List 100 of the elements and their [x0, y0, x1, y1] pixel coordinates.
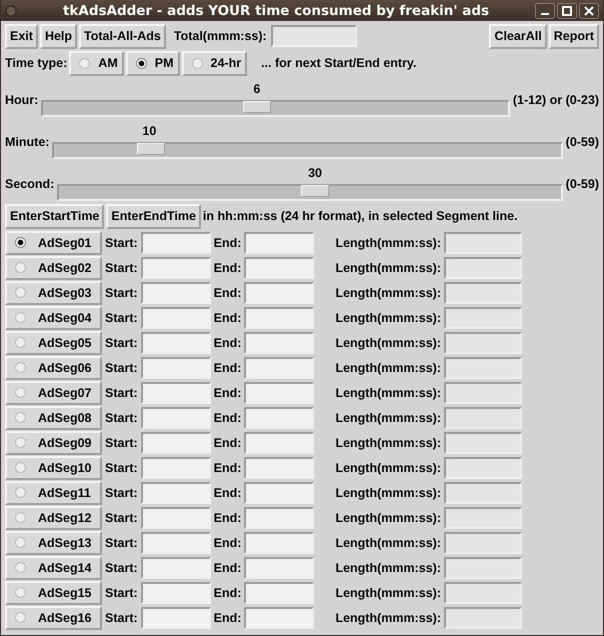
segment-radio[interactable]: AdSeg04 [5, 306, 102, 330]
start-field[interactable] [140, 256, 211, 278]
time-type-radio[interactable]: 24-hr [182, 50, 248, 76]
segment-radio[interactable]: AdSeg16 [5, 606, 102, 630]
radio-indicator-icon[interactable] [15, 237, 26, 248]
start-field[interactable] [140, 232, 211, 254]
segment-radio[interactable]: AdSeg03 [5, 280, 102, 304]
radio-indicator-icon[interactable] [192, 58, 202, 68]
radio-indicator-icon[interactable] [15, 437, 26, 448]
slider-track[interactable] [57, 184, 563, 200]
radio-indicator-icon[interactable] [15, 412, 26, 423]
slider-track[interactable] [41, 100, 510, 116]
toolbar-button[interactable]: Exit [5, 24, 38, 48]
end-field[interactable] [244, 606, 314, 628]
maximize-icon[interactable] [557, 2, 577, 18]
radio-indicator-icon[interactable] [15, 362, 26, 373]
enter-time-button[interactable]: EnterEndTime [106, 204, 201, 228]
radio-indicator-icon[interactable] [15, 312, 26, 323]
radio-indicator-icon[interactable] [15, 337, 26, 348]
length-field[interactable] [444, 356, 522, 378]
start-field[interactable] [140, 282, 211, 304]
time-type-radio[interactable]: PM [126, 50, 180, 76]
start-field[interactable] [140, 382, 211, 404]
start-field[interactable] [140, 306, 211, 328]
segment-radio[interactable]: AdSeg06 [5, 356, 102, 380]
enter-time-button[interactable]: EnterStartTime [5, 204, 104, 228]
radio-indicator-icon[interactable] [15, 387, 26, 398]
total-field[interactable] [270, 25, 357, 47]
radio-indicator-icon[interactable] [15, 537, 26, 548]
end-field[interactable] [244, 232, 314, 254]
length-field[interactable] [444, 506, 522, 528]
segment-radio[interactable]: AdSeg10 [5, 456, 102, 480]
length-field[interactable] [444, 532, 522, 554]
slider-track[interactable] [52, 142, 563, 158]
start-field[interactable] [140, 332, 211, 354]
start-field[interactable] [140, 532, 211, 554]
end-field[interactable] [244, 456, 314, 478]
window-menu-icon[interactable] [5, 4, 17, 16]
end-field[interactable] [244, 556, 314, 578]
length-field[interactable] [444, 232, 522, 254]
slider-thumb[interactable] [243, 100, 271, 112]
length-field[interactable] [444, 582, 522, 604]
end-field[interactable] [244, 582, 314, 604]
length-field[interactable] [444, 606, 522, 628]
length-field[interactable] [444, 456, 522, 478]
radio-indicator-icon[interactable] [79, 58, 90, 68]
length-field[interactable] [444, 482, 522, 504]
length-field[interactable] [444, 432, 522, 454]
start-field[interactable] [140, 606, 211, 628]
length-field[interactable] [444, 306, 522, 328]
segment-radio[interactable]: AdSeg12 [5, 506, 102, 530]
radio-indicator-icon[interactable] [15, 462, 26, 473]
end-field[interactable] [244, 306, 314, 328]
length-field[interactable] [444, 406, 522, 428]
end-field[interactable] [244, 506, 314, 528]
toolbar-button[interactable]: Help [40, 24, 78, 48]
minimize-icon[interactable] [535, 2, 555, 18]
slider-thumb[interactable] [136, 142, 165, 154]
segment-radio[interactable]: AdSeg11 [5, 480, 102, 504]
toolbar-button[interactable]: ClearAll [489, 24, 547, 48]
start-field[interactable] [140, 482, 211, 504]
start-field[interactable] [140, 506, 211, 528]
segment-radio[interactable]: AdSeg09 [5, 430, 102, 454]
radio-indicator-icon[interactable] [15, 587, 26, 598]
toolbar-button[interactable]: Report [548, 24, 599, 48]
length-field[interactable] [444, 256, 522, 278]
radio-indicator-icon[interactable] [15, 512, 26, 523]
end-field[interactable] [244, 356, 314, 378]
segment-radio[interactable]: AdSeg13 [5, 530, 102, 554]
start-field[interactable] [140, 356, 211, 378]
slider-thumb[interactable] [300, 184, 329, 196]
end-field[interactable] [244, 532, 314, 554]
segment-radio[interactable]: AdSeg02 [5, 256, 102, 280]
segment-radio[interactable]: AdSeg07 [5, 380, 102, 404]
length-field[interactable] [444, 282, 522, 304]
length-field[interactable] [444, 332, 522, 354]
close-icon[interactable] [579, 2, 599, 18]
end-field[interactable] [244, 282, 314, 304]
end-field[interactable] [244, 382, 314, 404]
end-field[interactable] [244, 432, 314, 454]
start-field[interactable] [140, 456, 211, 478]
end-field[interactable] [244, 482, 314, 504]
start-field[interactable] [140, 406, 211, 428]
segment-radio[interactable]: AdSeg15 [5, 580, 102, 604]
length-field[interactable] [444, 556, 522, 578]
radio-indicator-icon[interactable] [15, 487, 26, 498]
segment-radio[interactable]: AdSeg14 [5, 556, 102, 580]
segment-radio[interactable]: AdSeg08 [5, 406, 102, 430]
end-field[interactable] [244, 406, 314, 428]
toolbar-button[interactable]: Total-All-Ads [79, 24, 166, 48]
length-field[interactable] [444, 382, 522, 404]
time-type-radio[interactable]: AM [69, 50, 124, 76]
end-field[interactable] [244, 256, 314, 278]
start-field[interactable] [140, 582, 211, 604]
radio-indicator-icon[interactable] [15, 262, 26, 273]
radio-indicator-icon[interactable] [15, 287, 26, 298]
start-field[interactable] [140, 556, 211, 578]
end-field[interactable] [244, 332, 314, 354]
segment-radio[interactable]: AdSeg01 [5, 230, 102, 254]
start-field[interactable] [140, 432, 211, 454]
